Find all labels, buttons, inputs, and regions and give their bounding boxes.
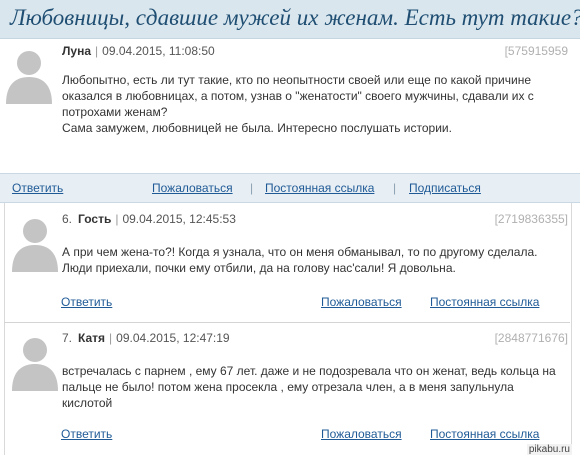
comment-body: встречалась с парнем , ему 67 лет. даже … xyxy=(62,364,556,410)
comment-date: 09.04.2015, 12:47:19 xyxy=(116,331,230,345)
author-name: Катя xyxy=(78,331,106,345)
avatar-icon xyxy=(12,219,58,272)
meta-separator: | xyxy=(95,44,99,58)
page-title: Любовницы, сдавшие мужей их женам. Есть … xyxy=(10,5,580,30)
author-name: Гость xyxy=(78,212,112,226)
permalink-link[interactable]: Постоянная ссылка xyxy=(265,181,374,195)
post-paragraph: Любопытно, есть ли тут такие, кто по нео… xyxy=(62,73,534,119)
avatar-icon xyxy=(6,51,52,104)
reply-link[interactable]: Ответить xyxy=(61,295,112,309)
comment-id: [2848771676] xyxy=(494,331,568,345)
comment-id: [2719836355] xyxy=(494,212,568,226)
comment-divider xyxy=(4,322,570,323)
comment-date: 09.04.2015, 12:45:53 xyxy=(122,212,236,226)
reply-link[interactable]: Ответить xyxy=(12,181,63,195)
link-separator: | xyxy=(250,181,254,195)
author-name: Луна xyxy=(62,44,92,58)
comment-number: 6. xyxy=(62,212,73,226)
post-action-bar: Ответить Пожаловаться | Постоянная ссылк… xyxy=(0,173,580,203)
link-separator: | xyxy=(393,181,397,195)
comment: 6. Гость | 09.04.2015, 12:45:53 [2719836355… xyxy=(0,206,580,318)
comment-meta: 6. Гость | 09.04.2015, 12:45:53 xyxy=(62,212,236,226)
comment-number: 7. xyxy=(62,331,73,345)
complain-link[interactable]: Пожаловаться xyxy=(321,427,402,441)
site-watermark: pikabu.ru xyxy=(526,444,572,455)
complain-link[interactable]: Пожаловаться xyxy=(321,295,402,309)
meta-separator: | xyxy=(109,331,113,345)
post-date: 09.04.2015, 11:08:50 xyxy=(102,44,215,58)
post-meta: Луна | 09.04.2015, 11:08:50 xyxy=(62,44,215,58)
complain-link[interactable]: Пожаловаться xyxy=(152,181,233,195)
subscribe-link[interactable]: Подписаться xyxy=(409,181,481,195)
comment-body: А при чем жена-то?! Когда я узнала, что … xyxy=(62,245,538,275)
comment: 7. Катя | 09.04.2015, 12:47:19 [2848771676]… xyxy=(0,325,580,450)
comment-meta: 7. Катя | 09.04.2015, 12:47:19 xyxy=(62,331,230,345)
post-body: Любопытно, есть ли тут такие, кто по нео… xyxy=(62,72,572,136)
reply-link[interactable]: Ответить xyxy=(61,427,112,441)
original-post: Луна | 09.04.2015, 11:08:50 [575915959 Люб… xyxy=(0,38,580,173)
post-id: [575915959 xyxy=(504,44,568,58)
permalink-link[interactable]: Постоянная ссылка xyxy=(430,427,539,441)
post-paragraph: Сама замужем, любовницей не была. Интере… xyxy=(62,121,452,135)
avatar-icon xyxy=(12,338,58,391)
permalink-link[interactable]: Постоянная ссылка xyxy=(430,295,539,309)
topic-header: Любовницы, сдавшие мужей их женам. Есть … xyxy=(0,0,580,39)
meta-separator: | xyxy=(115,212,119,226)
